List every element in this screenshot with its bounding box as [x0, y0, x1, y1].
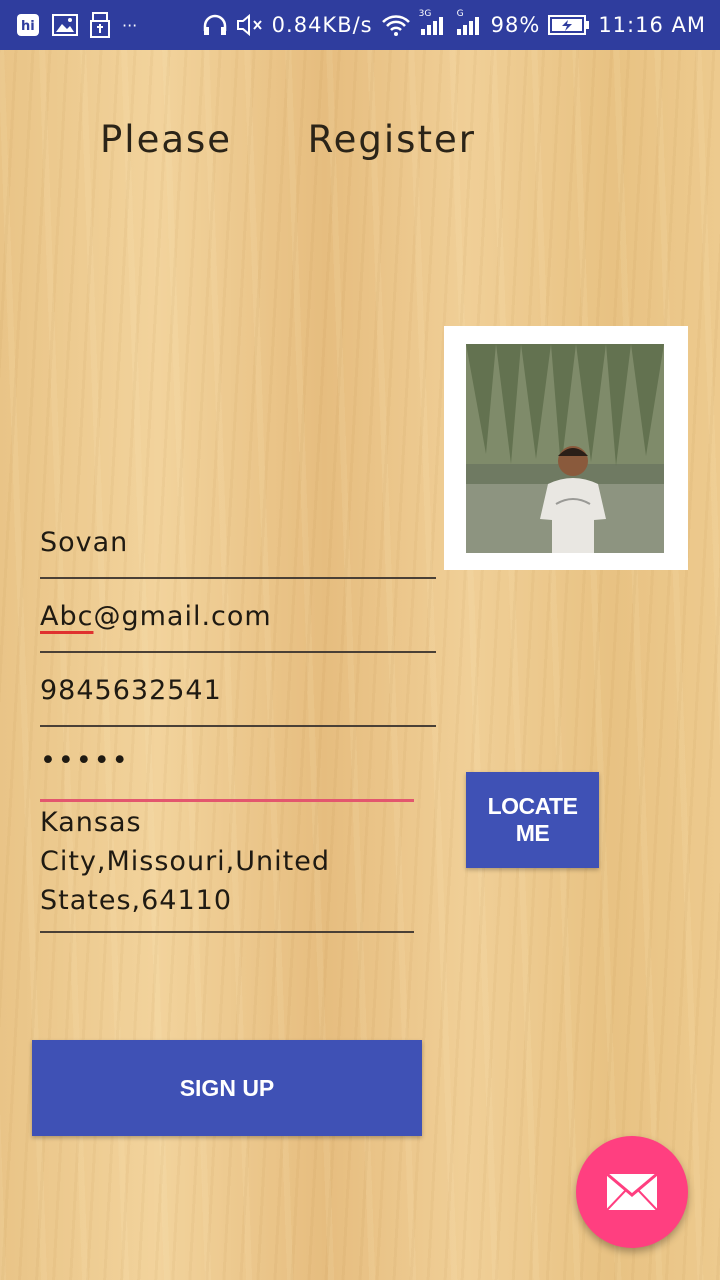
email-field-misspelled-part: Abc — [40, 601, 94, 632]
usb-icon — [90, 12, 110, 38]
image-icon — [52, 13, 78, 37]
network-type-3g: 3G — [418, 9, 432, 19]
name-field[interactable]: Sovan — [40, 527, 128, 558]
more-notifications-icon: ··· — [122, 15, 138, 35]
email-field[interactable]: Abc@gmail.com — [40, 601, 272, 632]
clock: 11:16 AM — [598, 13, 706, 37]
address-field[interactable]: Kansas City,Missouri,United States,64110 — [40, 803, 330, 920]
name-field-underline — [40, 577, 436, 579]
phone-field-underline — [40, 725, 436, 727]
password-field[interactable]: ••••• — [40, 745, 130, 776]
network-type-g: G — [456, 9, 464, 19]
network-speed: 0.84KB/s — [271, 13, 373, 37]
headphones-icon — [202, 13, 228, 37]
address-line-3: States,64110 — [40, 885, 233, 916]
password-field-underline — [40, 799, 414, 802]
mute-icon — [236, 13, 264, 37]
sign-up-button[interactable]: SIGN UP — [32, 1040, 422, 1136]
locate-me-button[interactable]: LOCATE ME — [466, 772, 599, 868]
signal-3g-icon: 3G — [419, 9, 447, 37]
mail-icon — [606, 1173, 658, 1211]
status-bar: hi ··· 0.84KB/s 3G G 98% 11:16 AM — [0, 0, 720, 50]
address-field-underline — [40, 931, 414, 933]
phone-field[interactable]: 9845632541 — [40, 675, 222, 706]
profile-photo-image — [466, 344, 664, 553]
email-field-underline — [40, 651, 436, 653]
signal-g-icon: G — [455, 9, 483, 37]
svg-text:hi: hi — [21, 19, 35, 34]
hi-app-icon: hi — [16, 13, 40, 37]
address-line-2: City,Missouri,United — [40, 846, 330, 877]
address-line-1: Kansas — [40, 807, 142, 838]
wifi-icon — [381, 13, 411, 37]
page-title: Please Register — [100, 118, 476, 161]
battery-percent: 98% — [490, 13, 541, 37]
profile-photo[interactable] — [444, 326, 688, 570]
email-field-domain: @gmail.com — [93, 601, 272, 632]
battery-charging-icon — [548, 14, 590, 36]
email-fab[interactable] — [576, 1136, 688, 1248]
